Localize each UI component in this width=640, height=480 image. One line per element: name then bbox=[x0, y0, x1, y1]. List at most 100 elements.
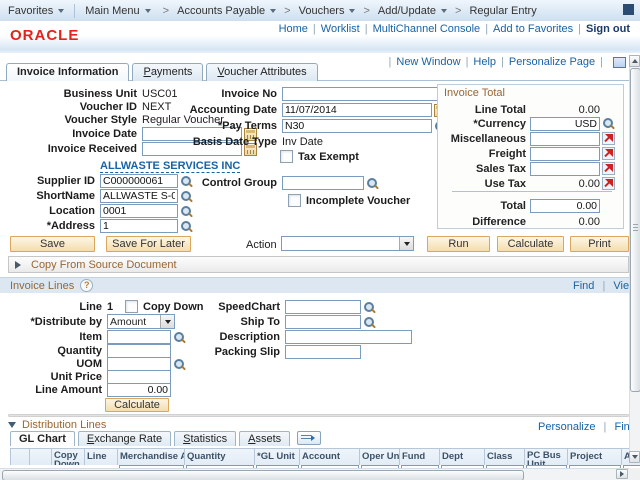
new-window-link[interactable]: New Window bbox=[396, 56, 460, 68]
horizontal-scrollbar-thumb[interactable] bbox=[2, 470, 524, 480]
tab-payments[interactable]: Payments bbox=[132, 63, 204, 81]
scroll-up-button[interactable] bbox=[629, 55, 640, 67]
line-amount-input[interactable] bbox=[107, 383, 171, 397]
distribute-by-select[interactable]: Amount bbox=[107, 314, 175, 329]
quantity-input[interactable] bbox=[107, 344, 171, 358]
lookup-icon[interactable] bbox=[173, 358, 186, 371]
run-button[interactable]: Run bbox=[427, 236, 490, 252]
short-name-input[interactable] bbox=[100, 189, 178, 203]
supplier-id-input[interactable] bbox=[100, 174, 178, 188]
tab-assets[interactable]: Assets bbox=[239, 431, 291, 446]
incomplete-voucher-checkbox[interactable] bbox=[288, 194, 301, 207]
personalize-page-link[interactable]: Personalize Page bbox=[509, 56, 595, 68]
breadcrumb-accounts-payable[interactable]: Accounts Payable bbox=[173, 5, 280, 17]
unit-price-input[interactable] bbox=[107, 370, 171, 384]
breadcrumb-separator: > bbox=[455, 4, 462, 17]
control-group-input[interactable] bbox=[282, 176, 364, 190]
find-link[interactable]: Find bbox=[573, 280, 594, 292]
breadcrumb-separator: > bbox=[162, 4, 170, 17]
accounting-date-input[interactable] bbox=[282, 103, 432, 117]
vertical-scrollbar-thumb[interactable] bbox=[630, 68, 640, 392]
line-number: 1 bbox=[107, 300, 114, 313]
worklist-link[interactable]: Worklist bbox=[321, 23, 360, 35]
distribution-links: Personalize | Find | View All | | bbox=[538, 418, 640, 433]
lookup-icon[interactable] bbox=[173, 331, 186, 344]
uom-input[interactable] bbox=[107, 357, 171, 371]
copy-down-checkbox[interactable] bbox=[125, 300, 138, 313]
tab-gl-chart[interactable]: GL Chart bbox=[10, 431, 75, 446]
freight-input[interactable] bbox=[530, 146, 600, 161]
breadcrumb-add-update[interactable]: Add/Update bbox=[374, 5, 451, 17]
tab-invoice-information[interactable]: Invoice Information bbox=[6, 63, 130, 81]
home-link[interactable]: Home bbox=[279, 23, 308, 35]
tax-exempt-checkbox[interactable] bbox=[280, 150, 293, 163]
lookup-icon[interactable] bbox=[366, 177, 379, 190]
lookup-icon[interactable] bbox=[363, 316, 376, 329]
currency-input[interactable] bbox=[530, 116, 600, 131]
help-icon[interactable]: ? bbox=[80, 279, 94, 292]
breadcrumb-separator: > bbox=[284, 4, 291, 17]
main-menu[interactable]: Main Menu bbox=[77, 5, 158, 17]
favorites-menu[interactable]: Favorites bbox=[0, 5, 72, 17]
arrow-down-icon bbox=[631, 455, 638, 462]
lookup-icon[interactable] bbox=[180, 205, 193, 218]
invoice-no-input[interactable] bbox=[282, 87, 440, 101]
help-link[interactable]: Help bbox=[473, 56, 496, 68]
speedchart-label: SpeedChart bbox=[218, 301, 280, 313]
transfer-icon[interactable] bbox=[602, 132, 615, 145]
short-name-row: ShortName bbox=[8, 189, 193, 203]
line-row: Line 1 Copy Down bbox=[8, 300, 209, 313]
print-button[interactable]: Print bbox=[570, 236, 629, 252]
address-row: *Address bbox=[8, 219, 193, 233]
collapse-icon[interactable] bbox=[8, 421, 16, 432]
breadcrumb-vouchers[interactable]: Vouchers bbox=[295, 5, 360, 17]
chevron-down-icon bbox=[58, 9, 65, 16]
miscellaneous-label: Miscellaneous bbox=[450, 132, 526, 145]
accounting-date-row: Accounting Date bbox=[187, 103, 447, 117]
freight-row: Freight bbox=[438, 146, 623, 161]
location-input[interactable] bbox=[100, 204, 178, 218]
speedchart-input[interactable] bbox=[285, 300, 361, 314]
tab-exchange-rate[interactable]: Exchange Rate bbox=[77, 431, 172, 446]
packing-slip-input[interactable] bbox=[285, 345, 361, 359]
show-all-columns-icon[interactable] bbox=[297, 431, 322, 445]
calculate-line-button[interactable]: Calculate bbox=[105, 398, 169, 412]
copy-from-source-section[interactable]: Copy From Source Document bbox=[8, 256, 629, 273]
address-input[interactable] bbox=[100, 219, 178, 233]
arrow-up-icon bbox=[631, 56, 638, 63]
sign-out-link[interactable]: Sign out bbox=[586, 23, 630, 35]
breadcrumb-corner-icon[interactable] bbox=[623, 4, 634, 15]
tab-voucher-attributes[interactable]: Voucher Attributes bbox=[206, 63, 318, 81]
add-to-favorites-link[interactable]: Add to Favorites bbox=[493, 23, 573, 35]
transfer-icon[interactable] bbox=[602, 177, 615, 190]
calculate-button[interactable]: Calculate bbox=[497, 236, 564, 252]
save-for-later-button[interactable]: Save For Later bbox=[106, 236, 191, 252]
miscellaneous-input[interactable] bbox=[530, 131, 600, 146]
item-input[interactable] bbox=[107, 330, 171, 344]
tab-statistics[interactable]: Statistics bbox=[174, 431, 237, 446]
pay-terms-input[interactable] bbox=[282, 119, 432, 133]
save-button[interactable]: Save bbox=[10, 236, 95, 252]
action-select[interactable] bbox=[281, 236, 414, 251]
basis-date-type-value: Inv Date bbox=[282, 136, 323, 148]
lookup-icon[interactable] bbox=[363, 301, 376, 314]
personalize-layout-icon[interactable] bbox=[613, 56, 626, 68]
invoice-lines-title: Invoice Lines bbox=[10, 279, 75, 292]
personalize-link[interactable]: Personalize bbox=[538, 421, 595, 433]
multichannel-console-link[interactable]: MultiChannel Console bbox=[373, 23, 481, 35]
divider: | bbox=[364, 23, 368, 35]
transfer-icon[interactable] bbox=[602, 162, 615, 175]
transfer-icon[interactable] bbox=[602, 147, 615, 160]
description-input[interactable] bbox=[285, 330, 412, 344]
ship-to-input[interactable] bbox=[285, 315, 361, 329]
scroll-right-button[interactable] bbox=[616, 469, 628, 479]
total-input[interactable] bbox=[530, 198, 600, 213]
pagebar: | New Window | Help | Personalize Page | bbox=[384, 56, 626, 68]
supplier-name-link[interactable]: ALLWASTE SERVICES INC bbox=[100, 160, 241, 173]
lookup-icon[interactable] bbox=[180, 220, 193, 233]
lookup-icon[interactable] bbox=[602, 117, 615, 130]
chevron-down-icon bbox=[441, 9, 448, 16]
scroll-down-button[interactable] bbox=[629, 451, 640, 463]
sales-tax-input[interactable] bbox=[530, 161, 600, 176]
lookup-icon[interactable] bbox=[180, 190, 193, 203]
